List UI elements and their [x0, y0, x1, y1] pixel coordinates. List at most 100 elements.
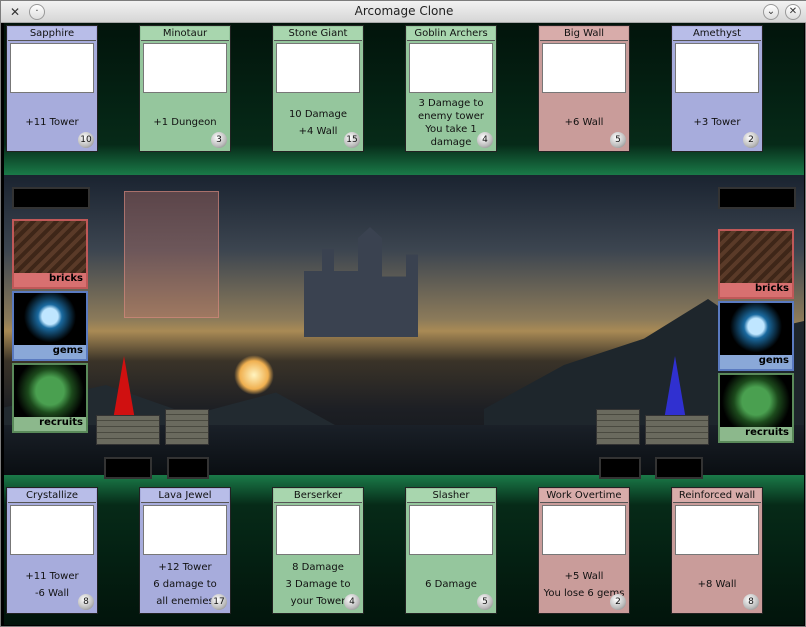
hand-card-work-overtime[interactable]: Work Overtime +5 Wall You lose 6 gems 2	[538, 487, 630, 614]
hand-card-berserker[interactable]: Berserker 8 Damage 3 Damage to your Towe…	[272, 487, 364, 614]
sun	[234, 355, 274, 395]
player-wall-counter	[167, 457, 209, 479]
resource-label: gems	[720, 355, 792, 369]
card-line: You take 1	[425, 123, 477, 135]
card-cost: 4	[477, 132, 493, 148]
card-cost: 17	[211, 594, 227, 610]
card-art	[143, 505, 227, 555]
top-card-sapphire[interactable]: Sapphire +11 Tower 10	[6, 25, 98, 152]
card-drop-zone[interactable]	[124, 191, 219, 318]
player-tower	[113, 356, 135, 420]
card-line: 3 Damage to	[285, 579, 351, 590]
card-cost: 5	[477, 594, 493, 610]
top-card-goblin-archers[interactable]: Goblin Archers 3 Damage to enemy tower Y…	[405, 25, 497, 152]
card-name: Work Overtime	[540, 489, 628, 503]
enemy-tower-base	[645, 415, 709, 445]
card-line: all enemies	[156, 596, 214, 607]
enemy-tower	[664, 356, 686, 420]
enemy-recruits-panel: recruits	[718, 373, 794, 443]
card-name: Sapphire	[8, 27, 96, 41]
dragon-icon	[720, 375, 792, 427]
enemy-wall-counter	[599, 457, 641, 479]
card-line: 10 Damage	[288, 108, 348, 120]
card-name: Reinforced wall	[673, 489, 761, 503]
card-line: 8 Damage	[292, 562, 344, 573]
card-art	[675, 43, 759, 93]
enemy-wall	[596, 409, 640, 445]
top-card-big-wall[interactable]: Big Wall +6 Wall 5	[538, 25, 630, 152]
resource-label: bricks	[14, 273, 86, 287]
pickaxe-icon	[720, 231, 792, 283]
resource-label: recruits	[720, 427, 792, 441]
card-line: +8 Wall	[697, 579, 737, 590]
enemy-gems-panel: gems	[718, 301, 794, 371]
gem-icon	[14, 293, 86, 345]
card-name: Lava Jewel	[141, 489, 229, 503]
title-bar: ✕ · Arcomage Clone ⌄ ✕	[1, 1, 806, 23]
card-cost: 2	[610, 594, 626, 610]
top-card-stone-giant[interactable]: Stone Giant 10 Damage +4 Wall 15	[272, 25, 364, 152]
card-cost: 5	[610, 132, 626, 148]
player-wall	[165, 409, 209, 445]
card-cost: 2	[743, 132, 759, 148]
card-cost: 10	[78, 132, 94, 148]
card-art	[409, 505, 493, 555]
card-art	[10, 505, 94, 555]
top-card-minotaur[interactable]: Minotaur +1 Dungeon 3	[139, 25, 231, 152]
card-art	[143, 43, 227, 93]
player-tower-counter	[104, 457, 152, 479]
card-line: your Tower	[290, 596, 346, 607]
pickaxe-icon	[14, 221, 86, 273]
player-bricks-panel: bricks	[12, 219, 88, 289]
card-cost: 15	[344, 132, 360, 148]
card-cost: 3	[211, 132, 227, 148]
resource-label: recruits	[14, 417, 86, 431]
card-name: Berserker	[274, 489, 362, 503]
card-art	[10, 43, 94, 93]
minimize-button[interactable]: ⌄	[763, 4, 779, 20]
card-line: 6 Damage	[425, 579, 477, 590]
hand-card-crystallize[interactable]: Crystallize +11 Tower -6 Wall 8	[6, 487, 98, 614]
card-line: 3 Damage to	[418, 97, 484, 109]
resource-label: bricks	[720, 283, 792, 297]
card-name: Slasher	[407, 489, 495, 503]
card-art	[276, 43, 360, 93]
card-art	[409, 43, 493, 93]
card-art	[542, 43, 626, 93]
card-name: Amethyst	[673, 27, 761, 41]
close-button[interactable]: ✕	[785, 4, 801, 20]
card-line: 6 damage to	[153, 579, 217, 590]
card-line: +4 Wall	[298, 125, 338, 137]
card-art	[542, 505, 626, 555]
hand-card-lava-jewel[interactable]: Lava Jewel +12 Tower 6 damage to all ene…	[139, 487, 231, 614]
card-name: Goblin Archers	[407, 27, 495, 41]
card-name: Big Wall	[540, 27, 628, 41]
card-line: +1 Dungeon	[153, 117, 217, 128]
top-card-amethyst[interactable]: Amethyst +3 Tower 2	[671, 25, 763, 152]
card-line: +6 Wall	[564, 117, 604, 128]
card-line: +11 Tower	[25, 117, 79, 128]
window-title: Arcomage Clone	[354, 4, 454, 18]
castle-silhouette	[304, 227, 418, 337]
card-line: -6 Wall	[34, 587, 70, 599]
enemy-bricks-panel: bricks	[718, 229, 794, 299]
player-recruits-panel: recruits	[12, 363, 88, 433]
dragon-icon	[14, 365, 86, 417]
hand-card-slasher[interactable]: Slasher 6 Damage 5	[405, 487, 497, 614]
card-cost: 4	[344, 594, 360, 610]
card-name: Crystallize	[8, 489, 96, 503]
card-line: +3 Tower	[693, 117, 741, 128]
player-tower-base	[96, 415, 160, 445]
player-gems-panel: gems	[12, 291, 88, 361]
card-art	[675, 505, 759, 555]
hand-card-reinforced-wall[interactable]: Reinforced wall +8 Wall 8	[671, 487, 763, 614]
gem-icon	[720, 303, 792, 355]
card-cost: 8	[743, 594, 759, 610]
player-status-box	[12, 187, 90, 209]
enemy-tower-counter	[655, 457, 703, 479]
app-window: ✕ · Arcomage Clone ⌄ ✕ Sapphire +11 Towe…	[0, 0, 806, 627]
card-line: damage	[430, 136, 472, 148]
card-name: Minotaur	[141, 27, 229, 41]
card-art	[276, 505, 360, 555]
card-cost: 8	[78, 594, 94, 610]
